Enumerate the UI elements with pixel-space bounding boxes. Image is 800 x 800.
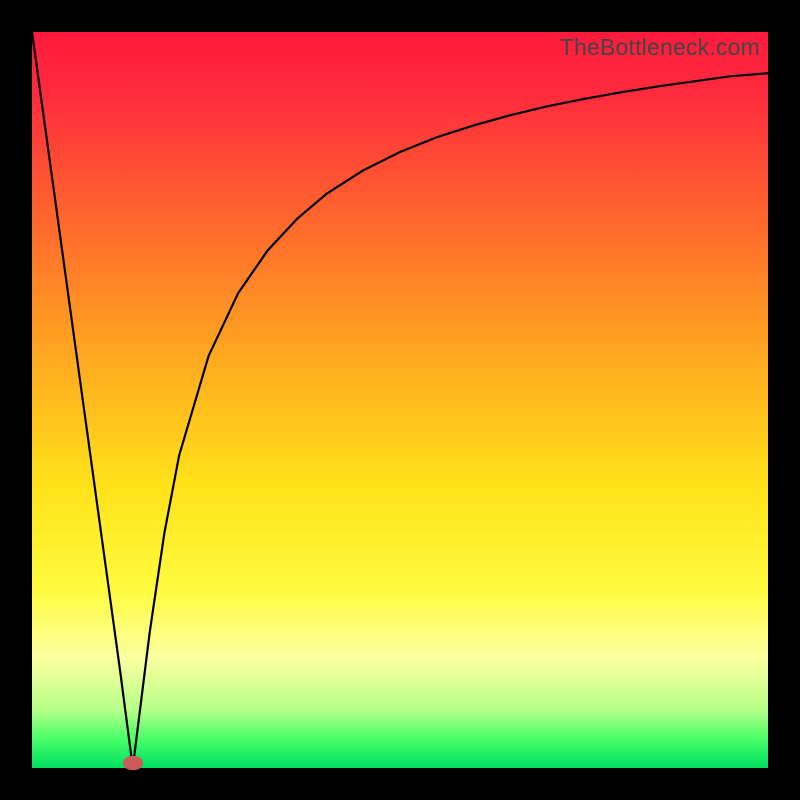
curve-path [32,32,768,768]
bottleneck-curve [32,32,768,768]
plot-area [32,32,768,768]
optimum-marker [123,756,143,770]
chart-frame: TheBottleneck.com [0,0,800,800]
watermark-text: TheBottleneck.com [560,34,760,61]
